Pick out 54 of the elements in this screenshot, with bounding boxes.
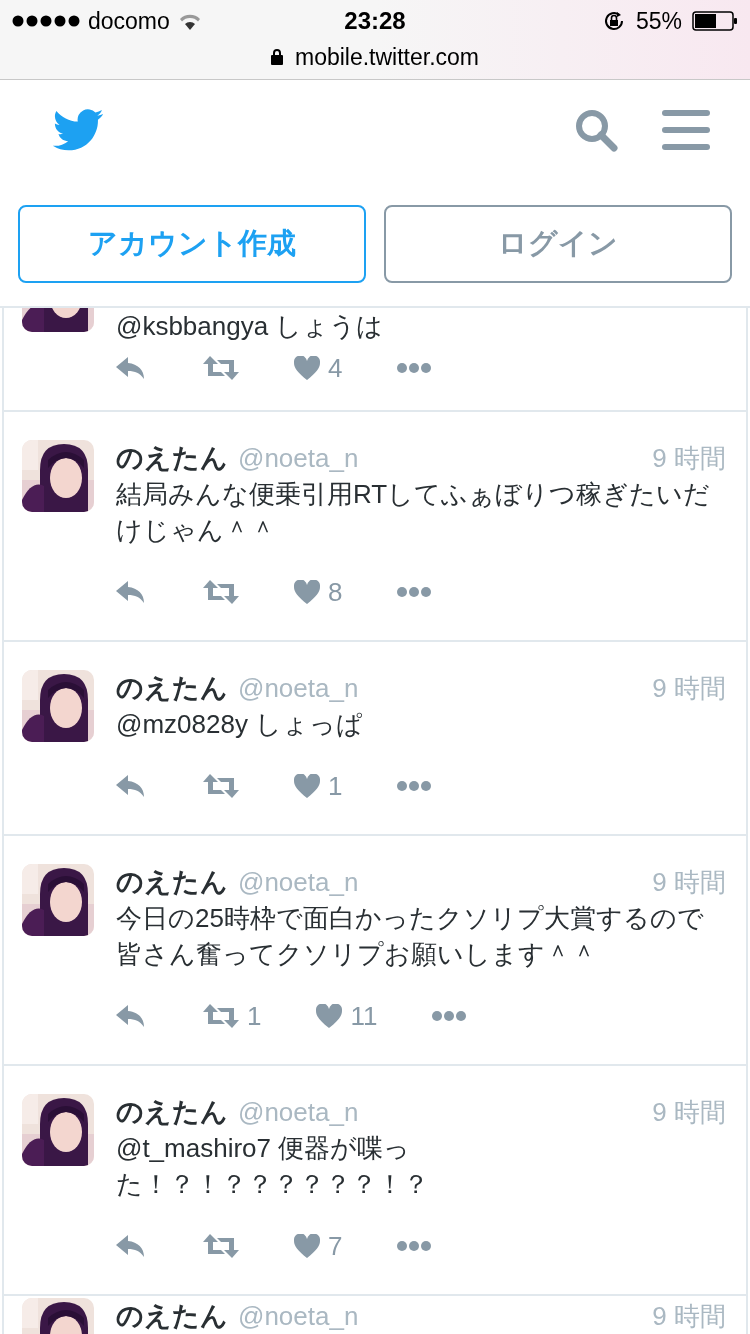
- clock-time: 23:28: [344, 7, 406, 35]
- retweet-icon[interactable]: [203, 1234, 239, 1258]
- more-icon[interactable]: [397, 363, 432, 373]
- carrier-name: docomo: [88, 7, 170, 35]
- like-count: 7: [328, 1230, 343, 1262]
- user-handle[interactable]: @noeta_n: [238, 1298, 359, 1334]
- retweet-icon[interactable]: [203, 580, 239, 604]
- battery-percent: 55%: [635, 7, 682, 35]
- menu-icon[interactable]: [662, 110, 710, 150]
- retweet-count: 1: [247, 1000, 262, 1032]
- user-name[interactable]: のえたん: [116, 864, 228, 900]
- search-icon[interactable]: [574, 108, 618, 152]
- heart-icon[interactable]: [294, 1234, 320, 1258]
- signal-icon: [12, 15, 80, 27]
- tweet-text: @t_mashiro7 便器が喋った！？！？？？？？？！？: [116, 1132, 430, 1201]
- tweet-time: 9 時間: [652, 866, 726, 899]
- tweet-time: 9 時間: [652, 442, 726, 475]
- heart-icon[interactable]: [294, 356, 320, 380]
- more-icon[interactable]: [397, 1241, 432, 1251]
- tweet-text: 今日の25時枠で面白かったクソリプ大賞するので皆さん奮ってクソリプお願いします＾＾: [116, 902, 705, 971]
- wifi-icon: [177, 12, 202, 30]
- user-handle[interactable]: @noeta_n: [238, 670, 359, 706]
- user-name[interactable]: のえたん: [116, 1298, 228, 1334]
- lock-icon: [270, 49, 283, 65]
- retweet-icon[interactable]: [203, 356, 239, 380]
- address-url[interactable]: mobile.twitter.com: [294, 43, 480, 71]
- like-count: 4: [328, 352, 343, 384]
- tweet-text: 結局みんな便乗引用RTしてふぁぼりつ稼ぎたいだけじゃん＾＾: [116, 478, 712, 547]
- retweet-icon[interactable]: [203, 1004, 239, 1028]
- more-icon[interactable]: [397, 587, 432, 597]
- more-icon[interactable]: [397, 781, 432, 791]
- tweet-text: @mz0828y しょっぱ: [116, 708, 365, 741]
- login-button[interactable]: ログイン: [384, 205, 732, 283]
- like-count: 8: [328, 576, 343, 608]
- like-count: 1: [328, 770, 343, 802]
- tweet-text: @ksbbangya しょうは: [116, 310, 385, 343]
- tweet-time: 9 時間: [652, 1096, 726, 1129]
- user-handle[interactable]: @noeta_n: [238, 440, 359, 476]
- more-icon[interactable]: [432, 1011, 467, 1021]
- tweet-time: 9 時間: [652, 672, 726, 705]
- user-name[interactable]: のえたん: [116, 440, 228, 476]
- user-name[interactable]: のえたん: [116, 670, 228, 706]
- sign-up-button[interactable]: アカウント作成: [18, 205, 366, 283]
- heart-icon[interactable]: [316, 1004, 343, 1028]
- battery-icon: [692, 11, 738, 31]
- heart-icon[interactable]: [294, 580, 320, 604]
- user-name[interactable]: のえたん: [116, 1094, 228, 1130]
- retweet-icon[interactable]: [203, 774, 239, 798]
- user-handle[interactable]: @noeta_n: [238, 864, 359, 900]
- like-count: 11: [350, 1000, 378, 1032]
- user-handle[interactable]: @noeta_n: [238, 1094, 359, 1130]
- bird-logo-icon[interactable]: [52, 109, 104, 151]
- heart-icon[interactable]: [294, 774, 320, 798]
- tweet-time: 9 時間: [652, 1300, 726, 1333]
